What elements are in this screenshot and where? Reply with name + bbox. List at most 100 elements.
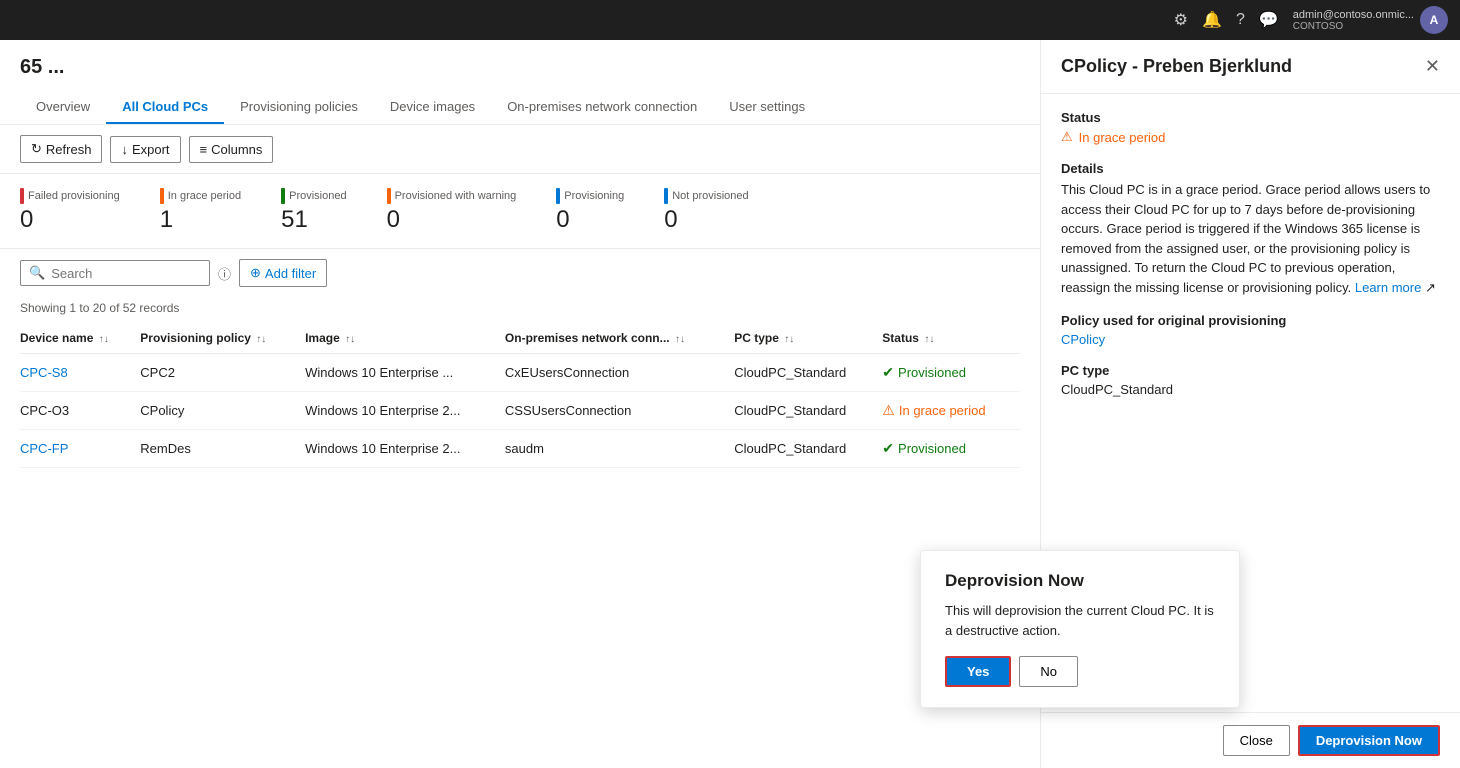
stat-provisioning: Provisioning 0 [556,188,624,234]
cloud-pcs-table: Device name ↑↓ Provisioning policy ↑↓ Im… [20,323,1020,468]
status-check-icon: ✔ [882,364,894,381]
stat-with-warning: Provisioned with warning 0 [387,188,517,234]
panel-pc-type-value: CloudPC_Standard [1061,382,1440,397]
stat-value-not-provisioned: 0 [664,206,748,234]
user-name: admin@contoso.onmic... [1293,9,1414,21]
stat-value-provisioning: 0 [556,206,624,234]
deprovision-now-button[interactable]: Deprovision Now [1298,725,1440,756]
col-pc-type[interactable]: PC type ↑↓ [734,323,882,354]
stat-label-grace: In grace period [168,190,241,202]
stat-value-grace: 1 [160,206,241,234]
stat-value-failed: 0 [20,206,120,234]
device-name-link-cpc-fp[interactable]: CPC-FP [20,441,68,456]
stat-bar-grace [160,188,164,204]
columns-button[interactable]: ≡ Columns [189,136,274,163]
stat-bar-not-provisioned [664,188,668,204]
content-area: 65 ... Overview All Cloud PCs Provisioni… [0,40,1040,768]
panel-policy-label: Policy used for original provisioning [1061,313,1440,328]
on-premises-cpc-o3: CSSUsersConnection [505,392,734,430]
export-label: Export [132,142,170,157]
table-container: Device name ↑↓ Provisioning policy ↑↓ Im… [0,323,1040,468]
stat-label-not-provisioned: Not provisioned [672,190,748,202]
add-filter-button[interactable]: ⊕ Add filter [239,259,327,287]
sort-icon-status: ↑↓ [924,334,934,345]
stat-bar-provisioned [281,188,285,204]
search-icon: 🔍 [29,265,45,281]
stat-bar-provisioning [556,188,560,204]
tab-overview[interactable]: Overview [20,91,106,124]
bell-icon[interactable]: 🔔 [1202,10,1222,30]
image-cpc-s8: Windows 10 Enterprise ... [305,354,505,392]
close-button[interactable]: Close [1223,725,1290,756]
sort-icon-device-name: ↑↓ [99,334,109,345]
sort-icon-image: ↑↓ [345,334,355,345]
warn-triangle-icon: ⚠ [1061,129,1073,145]
sort-icon-on-premises: ↑↓ [675,334,685,345]
help-icon[interactable]: ? [1236,11,1245,29]
panel-details-section: Details This Cloud PC is in a grace peri… [1061,161,1440,297]
tab-on-premises[interactable]: On-premises network connection [491,91,713,124]
policy-cpc-s8: CPC2 [140,354,305,392]
stat-label-with-warning: Provisioned with warning [395,190,517,202]
stats-row: Failed provisioning 0 In grace period 1 … [0,174,1040,249]
tab-provisioning-policies[interactable]: Provisioning policies [224,91,374,124]
external-link-icon: ↗ [1425,280,1436,295]
panel-policy-section: Policy used for original provisioning CP… [1061,313,1440,347]
search-box: 🔍 [20,260,210,286]
panel-status-section: Status ⚠ In grace period [1061,110,1440,145]
search-input[interactable] [51,266,201,281]
stat-not-provisioned: Not provisioned 0 [664,188,748,234]
sort-icon-policy: ↑↓ [256,334,266,345]
page-title: 65 ... [20,56,1020,79]
status-warn-icon: ⚠ [882,402,895,419]
col-on-premises[interactable]: On-premises network conn... ↑↓ [505,323,734,354]
stat-value-provisioned: 51 [281,206,346,234]
refresh-button[interactable]: ↻ Refresh [20,135,102,163]
panel-policy-value[interactable]: CPolicy [1061,332,1105,347]
panel-status-label: Status [1061,110,1440,125]
image-cpc-fp: Windows 10 Enterprise 2... [305,430,505,468]
device-name-link-cpc-s8[interactable]: CPC-S8 [20,365,68,380]
pc-type-cpc-s8: CloudPC_Standard [734,354,882,392]
panel-pc-type-label: PC type [1061,363,1440,378]
col-status[interactable]: Status ↑↓ [882,323,1020,354]
feedback-icon[interactable]: 💬 [1259,10,1279,30]
top-bar: ⚙ 🔔 ? 💬 admin@contoso.onmic... CONTOSO A [0,0,1460,40]
stat-failed: Failed provisioning 0 [20,188,120,234]
table-row: CPC-S8 CPC2 Windows 10 Enterprise ... Cx… [20,354,1020,392]
tab-bar: Overview All Cloud PCs Provisioning poli… [20,91,1020,124]
policy-cpc-fp: RemDes [140,430,305,468]
col-device-name[interactable]: Device name ↑↓ [20,323,140,354]
filter-icon: ⊕ [250,265,261,281]
add-filter-label: Add filter [265,266,316,281]
policy-cpc-o3: CPolicy [140,392,305,430]
tab-all-cloud-pcs[interactable]: All Cloud PCs [106,91,224,124]
stat-value-with-warning: 0 [387,206,517,234]
tenant-name: CONTOSO [1293,21,1414,32]
stat-label-failed: Failed provisioning [28,190,120,202]
device-name-cpc-o3: CPC-O3 [20,392,140,430]
user-info: admin@contoso.onmic... CONTOSO A [1293,6,1448,34]
export-button[interactable]: ↓ Export [110,136,180,163]
learn-more-link[interactable]: Learn more [1355,280,1421,295]
panel-status-value: ⚠ In grace period [1061,129,1440,145]
avatar[interactable]: A [1420,6,1448,34]
on-premises-cpc-s8: CxEUsersConnection [505,354,734,392]
tab-user-settings[interactable]: User settings [713,91,821,124]
tab-device-images[interactable]: Device images [374,91,491,124]
col-image[interactable]: Image ↑↓ [305,323,505,354]
page-header: 65 ... Overview All Cloud PCs Provisioni… [0,40,1040,125]
dialog-no-button[interactable]: No [1019,656,1078,687]
panel-details-text: This Cloud PC is in a grace period. Grac… [1061,180,1440,297]
image-cpc-o3: Windows 10 Enterprise 2... [305,392,505,430]
settings-icon[interactable]: ⚙ [1174,10,1188,30]
info-icon[interactable]: ⓘ [218,264,231,283]
status-cpc-s8: ✔ Provisioned [882,354,1020,392]
dialog-yes-button[interactable]: Yes [945,656,1011,687]
col-provisioning-policy[interactable]: Provisioning policy ↑↓ [140,323,305,354]
columns-label: Columns [211,142,262,157]
records-info: Showing 1 to 20 of 52 records [0,297,1040,323]
table-row: CPC-O3 CPolicy Windows 10 Enterprise 2..… [20,392,1020,430]
panel-header: CPolicy - Preben Bjerklund ✕ [1041,40,1460,94]
panel-close-button[interactable]: ✕ [1425,56,1440,77]
